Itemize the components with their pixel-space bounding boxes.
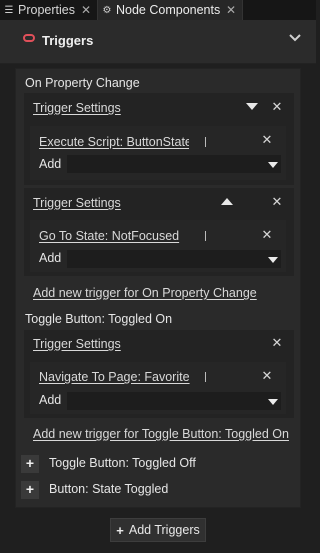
- close-icon[interactable]: ✕: [260, 227, 274, 243]
- tab-label: Node Components: [116, 3, 221, 17]
- add-action-dropdown[interactable]: [67, 155, 281, 173]
- tab-label: Properties: [18, 3, 75, 17]
- close-icon[interactable]: ✕: [81, 3, 93, 17]
- close-icon[interactable]: ✕: [260, 132, 274, 148]
- trigger-settings-link[interactable]: Trigger Settings: [33, 101, 121, 115]
- section-title: Triggers: [42, 33, 94, 48]
- trigger-settings-link[interactable]: Trigger Settings: [33, 196, 121, 210]
- action-link[interactable]: Execute Script: ButtonState.js: [39, 135, 189, 149]
- tab-node-components[interactable]: ⚙ Node Components ✕: [98, 0, 243, 20]
- chevron-down-icon: [268, 399, 278, 405]
- add-triggers-button[interactable]: + Add Triggers: [110, 518, 206, 542]
- add-label: Add: [39, 157, 62, 171]
- node-components-icon: ⚙: [102, 4, 112, 16]
- expand-plus-icon[interactable]: +: [21, 481, 39, 499]
- plus-icon: +: [116, 522, 124, 538]
- tab-properties[interactable]: ☰ Properties ✕: [0, 0, 98, 20]
- collapse-triangle-icon[interactable]: [246, 103, 258, 110]
- separator: [205, 137, 206, 147]
- action-link[interactable]: Go To State: NotFocused: [39, 229, 179, 243]
- trigger-name: Toggle Button: Toggled On: [25, 312, 173, 326]
- trigger-name: On Property Change: [25, 76, 140, 90]
- add-label: Add: [39, 251, 62, 265]
- collapsed-trigger-name[interactable]: Button: State Toggled: [49, 482, 168, 496]
- tab-bar: ☰ Properties ✕ ⚙ Node Components ✕: [0, 0, 316, 20]
- list-icon: ☰: [4, 4, 14, 16]
- close-icon[interactable]: ✕: [260, 368, 274, 384]
- close-icon[interactable]: ✕: [270, 335, 284, 351]
- close-icon[interactable]: ✕: [270, 194, 284, 210]
- add-action-dropdown[interactable]: [67, 250, 281, 268]
- add-triggers-label: Add Triggers: [128, 523, 200, 537]
- chevron-down-icon: [268, 257, 278, 263]
- add-new-trigger-link[interactable]: Add new trigger for On Property Change: [33, 286, 257, 300]
- trigger-icon: [23, 34, 35, 42]
- action-link[interactable]: Navigate To Page: Favorite: [39, 370, 190, 384]
- add-label: Add: [39, 393, 62, 407]
- separator: [205, 372, 206, 382]
- triggers-header[interactable]: Triggers: [0, 20, 316, 64]
- expand-triangle-icon[interactable]: [221, 198, 233, 205]
- chevron-down-icon[interactable]: [285, 30, 305, 50]
- trigger-settings-link[interactable]: Trigger Settings: [33, 337, 121, 351]
- separator: [205, 231, 206, 241]
- add-new-trigger-link[interactable]: Add new trigger for Toggle Button: Toggl…: [33, 427, 289, 441]
- add-action-dropdown[interactable]: [67, 392, 281, 410]
- close-icon[interactable]: ✕: [270, 99, 284, 115]
- chevron-down-icon: [268, 162, 278, 168]
- close-icon[interactable]: ✕: [226, 3, 238, 17]
- expand-plus-icon[interactable]: +: [21, 455, 39, 473]
- collapsed-trigger-name[interactable]: Toggle Button: Toggled Off: [49, 456, 196, 470]
